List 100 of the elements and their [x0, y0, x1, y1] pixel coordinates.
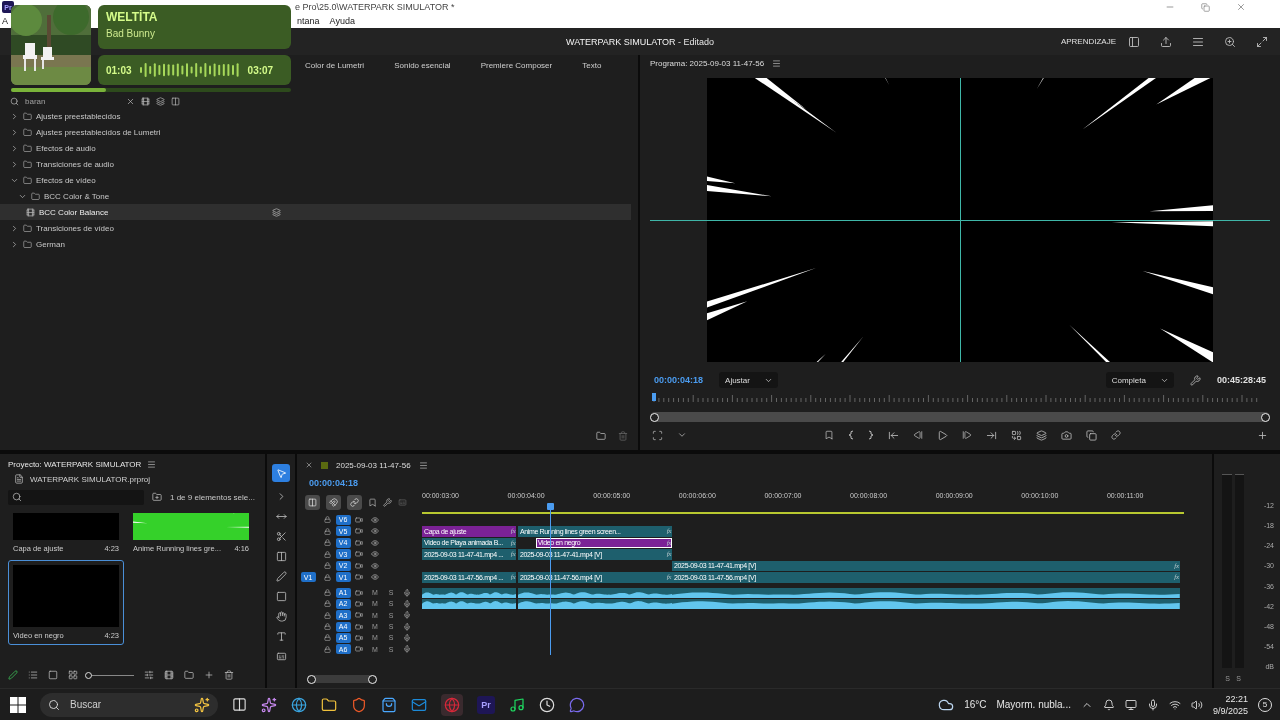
filter-icon[interactable]	[171, 96, 180, 106]
mic-icon[interactable]	[1146, 698, 1159, 711]
safe-margins-icon[interactable]	[652, 429, 663, 441]
sync-lock-icon[interactable]	[355, 515, 363, 524]
eye-icon[interactable]	[371, 515, 379, 524]
razor-icon[interactable]	[275, 531, 287, 542]
volume-icon[interactable]	[1190, 698, 1203, 711]
nest-button[interactable]	[305, 494, 320, 510]
tree-item[interactable]: Transiciones de vídeo	[0, 220, 631, 236]
eye-icon[interactable]	[371, 527, 379, 536]
sync-lock-icon[interactable]	[355, 599, 363, 608]
store-icon[interactable]	[381, 696, 397, 713]
audio-clip[interactable]	[672, 598, 1180, 610]
mark-in-icon[interactable]	[847, 430, 854, 440]
search-field[interactable]: Buscar	[68, 698, 186, 711]
camera-icon[interactable]	[1060, 429, 1072, 441]
learn-link[interactable]: APRENDIZAJE	[1060, 37, 1116, 46]
rectangle-icon[interactable]	[275, 591, 287, 602]
sync-lock-icon[interactable]	[355, 611, 363, 620]
progress-bar[interactable]	[11, 88, 291, 92]
lock-icon[interactable]	[323, 562, 331, 570]
share-icon[interactable]	[1160, 35, 1172, 48]
audio-clip[interactable]	[422, 598, 517, 610]
pencil-icon[interactable]	[8, 670, 18, 680]
search-icon[interactable]	[12, 492, 22, 502]
fullscreen-icon[interactable]	[1256, 35, 1268, 48]
sync-lock-icon[interactable]	[355, 588, 363, 597]
clock-icon[interactable]	[539, 696, 555, 713]
zoom-scrollbar[interactable]	[307, 675, 377, 683]
sync-lock-icon[interactable]	[355, 573, 363, 582]
clock-time[interactable]: 22:21	[1225, 692, 1248, 705]
shield-icon[interactable]	[351, 696, 367, 713]
icon-view-icon[interactable]	[48, 670, 58, 680]
eye-icon[interactable]	[371, 550, 379, 559]
playhead-timecode[interactable]: 00:00:04:18	[309, 478, 359, 488]
panel-tab[interactable]: Color de Lumetri	[305, 57, 365, 75]
lock-icon[interactable]	[323, 645, 331, 653]
step-forward-icon[interactable]	[961, 430, 972, 440]
tree-item[interactable]: German	[0, 236, 631, 252]
hand-icon[interactable]	[275, 611, 287, 622]
eye-icon[interactable]	[371, 573, 379, 582]
menu-item[interactable]: A	[2, 16, 8, 26]
sequence-name[interactable]: 2025-09-03 11-47-56	[336, 460, 411, 470]
menu-item[interactable]: Ayuda	[329, 16, 355, 26]
tree-item[interactable]: Ajustes preestablecidos	[0, 108, 631, 124]
search-icon[interactable]	[48, 698, 60, 711]
folder-icon[interactable]	[321, 696, 337, 713]
pen-icon[interactable]	[275, 571, 287, 582]
menu-icon[interactable]	[418, 460, 428, 470]
clock-date[interactable]: 9/9/2025	[1212, 704, 1248, 717]
browser-icon[interactable]	[444, 696, 460, 713]
playhead[interactable]	[547, 503, 555, 510]
chat-icon[interactable]	[569, 696, 585, 713]
sync-lock-icon[interactable]	[355, 633, 363, 642]
tray-icon[interactable]	[1102, 698, 1115, 711]
close-icon[interactable]	[1236, 2, 1246, 12]
new-bin-icon[interactable]	[596, 431, 606, 441]
panel-tab[interactable]: Premiere Composer	[480, 57, 553, 75]
lock-icon[interactable]	[323, 589, 331, 597]
captions-icon[interactable]	[275, 651, 287, 662]
lock-icon[interactable]	[323, 539, 331, 547]
chevron-down-icon[interactable]	[677, 430, 687, 440]
freeform-view-icon[interactable]	[68, 670, 78, 680]
sync-lock-icon[interactable]	[355, 550, 363, 559]
lock-icon[interactable]	[323, 623, 331, 631]
go-to-out-icon[interactable]	[985, 429, 997, 441]
lock-icon[interactable]	[323, 516, 331, 524]
panel-icon[interactable]	[1128, 35, 1140, 48]
eye-icon[interactable]	[371, 561, 379, 570]
zoom-slider-thumb[interactable]	[85, 671, 92, 679]
audio-clip[interactable]	[517, 598, 672, 610]
zoom-dropdown[interactable]: Ajustar	[719, 372, 778, 388]
taskbar-search-bar[interactable]: Buscar	[40, 692, 218, 717]
audio-clip[interactable]	[422, 587, 517, 598]
mail-icon[interactable]	[411, 696, 427, 713]
settings-icon[interactable]	[383, 497, 392, 507]
lock-icon[interactable]	[323, 527, 331, 535]
go-to-in-icon[interactable]	[887, 429, 899, 441]
filter-icon[interactable]	[156, 96, 165, 106]
resolution-dropdown[interactable]: Completa	[1105, 372, 1174, 388]
snap-button[interactable]	[326, 494, 341, 510]
new-item-icon[interactable]	[204, 670, 214, 680]
sort-icon[interactable]	[144, 670, 154, 680]
tree-item[interactable]: Ajustes preestablecidos de Lumetri	[0, 124, 631, 140]
clear-icon[interactable]	[126, 96, 135, 106]
tree-item[interactable]: Efectos de audio	[0, 140, 631, 156]
app-icon[interactable]: Pr	[477, 695, 495, 714]
zoom-scrollbar[interactable]	[650, 412, 1270, 422]
settings-icon[interactable]	[1189, 374, 1201, 386]
play-icon[interactable]	[936, 429, 948, 441]
search-icon[interactable]	[10, 96, 19, 106]
music-icon[interactable]	[509, 696, 525, 713]
marker-icon[interactable]	[368, 497, 377, 507]
filter-icon[interactable]	[141, 96, 150, 106]
search-icon[interactable]	[1224, 35, 1236, 48]
menu-icon[interactable]	[1192, 35, 1204, 48]
tree-item[interactable]: BCC Color Balance	[0, 204, 631, 220]
lock-icon[interactable]	[323, 573, 331, 581]
network-icon[interactable]	[1168, 698, 1181, 711]
audio-clip[interactable]	[517, 587, 672, 598]
